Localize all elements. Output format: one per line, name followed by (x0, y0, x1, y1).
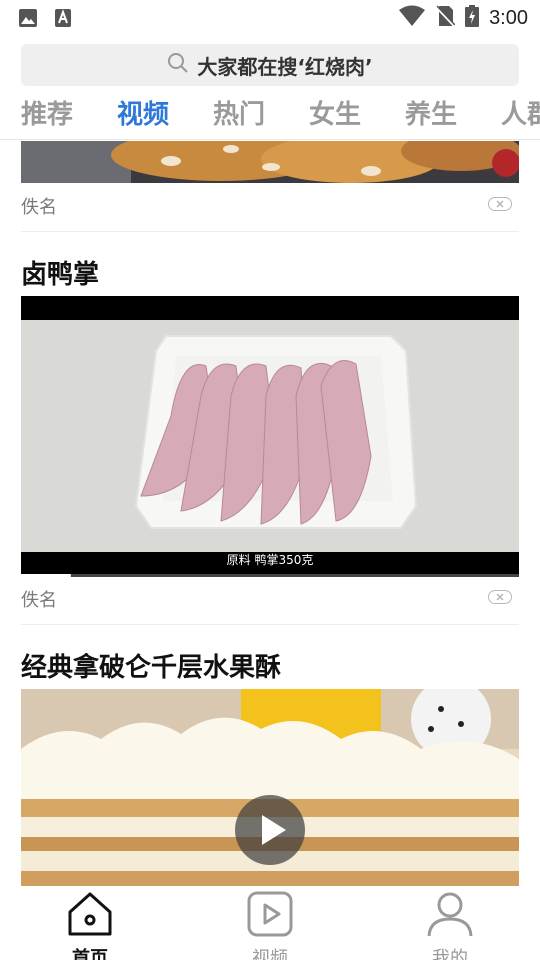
nav-video[interactable]: 视频 (210, 890, 330, 960)
dismiss-icon[interactable] (488, 197, 512, 211)
tab-women[interactable]: 女生 (309, 94, 361, 131)
divider (21, 231, 519, 232)
no-sim-icon (435, 5, 456, 31)
nav-home[interactable]: 首页 (30, 890, 150, 960)
video-player[interactable]: 原料 鸭掌350克 (21, 296, 519, 577)
font-download-icon (54, 8, 72, 32)
user-icon (427, 892, 473, 937)
bottom-nav: 首页 视频 我的 (0, 886, 540, 960)
feed-list: 佚名 卤鸭掌 原料 鸭掌350克 佚名 经典拿破仑千层水果酥 (0, 141, 540, 886)
item-author: 佚名 (21, 590, 57, 611)
status-time: 3:00 (489, 6, 528, 29)
tab-video[interactable]: 视频 (117, 94, 169, 131)
home-icon (68, 892, 112, 936)
item-title[interactable]: 经典拿破仑千层水果酥 (21, 647, 281, 684)
item-author: 佚名 (21, 197, 57, 218)
video-caption: 原料 鸭掌350克 (226, 553, 314, 567)
image-icon (18, 8, 38, 32)
search-placeholder: 大家都在搜‘红烧肉’ (197, 54, 373, 79)
status-bar: 3:00 (0, 0, 540, 36)
play-icon (262, 815, 286, 845)
nav-video-label: 视频 (252, 948, 288, 960)
category-tabs: 推荐 视频 热门 女生 养生 人群 (0, 92, 540, 140)
item-title[interactable]: 卤鸭掌 (21, 254, 99, 291)
nav-home-label: 首页 (72, 948, 108, 960)
video-play-icon (247, 891, 293, 937)
tab-health[interactable]: 养生 (405, 94, 457, 131)
feed-item-image[interactable] (21, 141, 519, 183)
tab-hot[interactable]: 热门 (213, 94, 265, 131)
play-button[interactable] (235, 795, 305, 865)
tab-crowd[interactable]: 人群 (501, 94, 540, 131)
wifi-icon (399, 5, 426, 31)
tab-recommend[interactable]: 推荐 (21, 94, 73, 131)
video-thumbnail[interactable] (21, 689, 519, 886)
dismiss-icon[interactable] (488, 590, 512, 604)
divider (21, 624, 519, 625)
search-icon (167, 52, 189, 78)
nav-profile[interactable]: 我的 (390, 890, 510, 960)
video-progress-fill (21, 574, 71, 577)
nav-profile-label: 我的 (432, 948, 468, 960)
battery-charging-icon (465, 5, 480, 31)
search-input[interactable]: 大家都在搜‘红烧肉’ (21, 44, 519, 86)
